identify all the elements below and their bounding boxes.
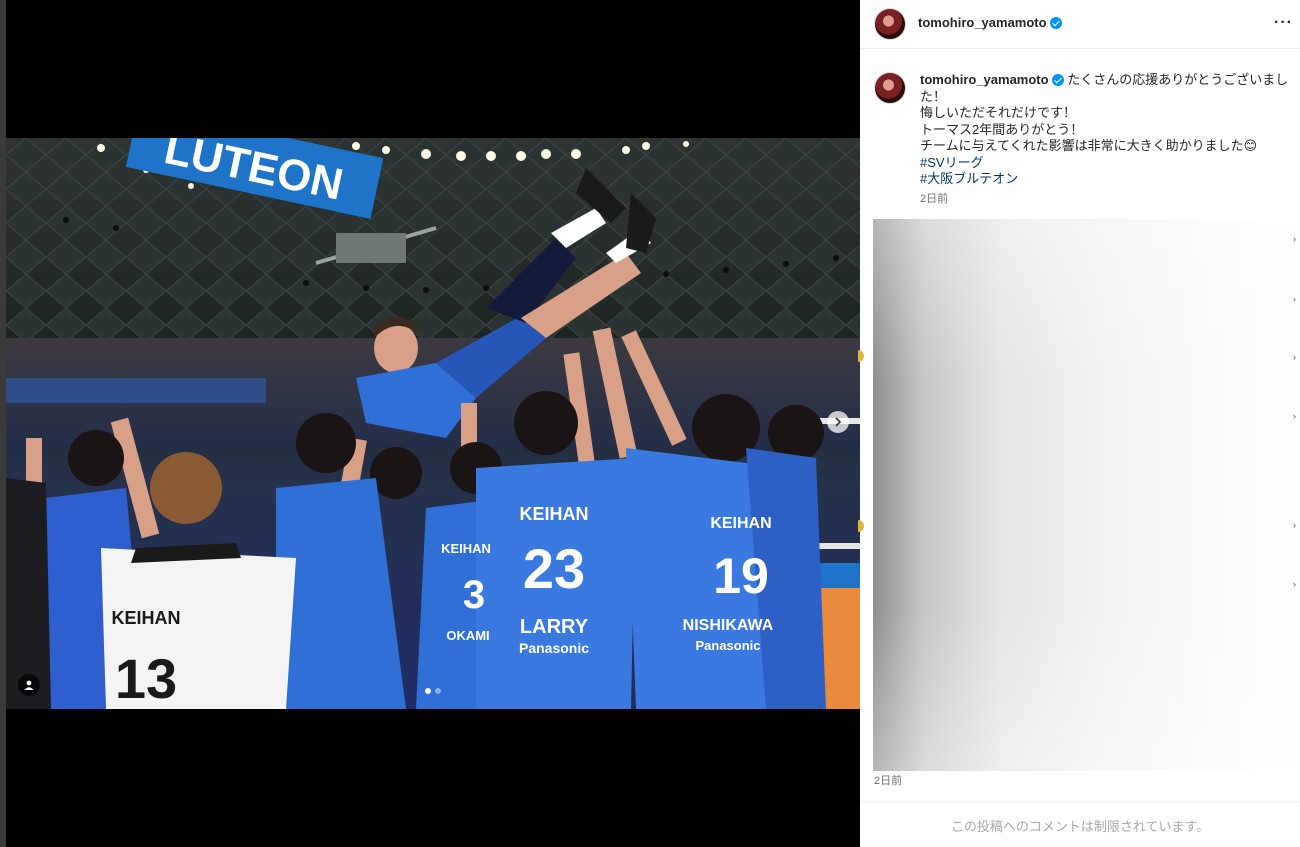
- carousel-next-button[interactable]: [827, 411, 849, 433]
- chevron-right-icon: [835, 417, 842, 427]
- caption-text-1: たくさんの応援ありがとうございまし: [1067, 72, 1289, 87]
- edge-tick: ›: [1293, 234, 1296, 244]
- hashtag-link[interactable]: #大阪ブルテオン: [920, 171, 1290, 188]
- blur-marker: [858, 520, 864, 532]
- user-tag-icon: [24, 680, 34, 690]
- caption-line-first: tomohiro_yamamoto たくさんの応援ありがとうございまし: [920, 72, 1290, 89]
- edge-tick: ›: [1293, 352, 1296, 362]
- caption-username[interactable]: tomohiro_yamamoto: [920, 72, 1049, 87]
- media-pane: LUTEON KEIHAN 23 LARRY Panasonic KEIHAN …: [6, 0, 860, 847]
- verified-badge-icon: [1051, 74, 1064, 86]
- jersey-sponsor-19: Panasonic: [695, 638, 760, 653]
- more-horizontal-icon: ···: [1274, 14, 1293, 31]
- edge-tick: ›: [1293, 411, 1296, 421]
- caption-text-2: た！: [920, 88, 947, 104]
- caption-timestamp[interactable]: 2日前: [920, 191, 1290, 208]
- jersey-name-19: NISHIKAWA: [683, 617, 774, 634]
- jersey-brand-3: KEIHAN: [441, 541, 491, 556]
- carousel-indicator: [425, 688, 441, 694]
- comments-restricted-text: この投稿へのコメントは制限されています。: [950, 818, 1210, 834]
- comments-restricted-bar: この投稿へのコメントは制限されています。: [860, 801, 1300, 847]
- carousel-dot: [435, 688, 441, 694]
- blur-marker: [858, 350, 864, 362]
- post-timestamp[interactable]: 2日前: [874, 772, 902, 788]
- caption-text-4: トーマス2年間ありがとう！: [920, 121, 1084, 137]
- caption-text-5: チームに与えてくれた影響は非常に大きく助かりました😊: [920, 138, 1258, 153]
- username-text[interactable]: tomohiro_yamamoto: [918, 15, 1047, 30]
- photo-illustration: LUTEON KEIHAN 23 LARRY Panasonic KEIHAN …: [6, 138, 860, 709]
- app-root: LUTEON KEIHAN 23 LARRY Panasonic KEIHAN …: [0, 0, 1300, 847]
- jersey-brand-13: KEIHAN: [111, 608, 180, 628]
- jersey-name-23: LARRY: [520, 616, 589, 638]
- jersey-brand-23: KEIHAN: [519, 504, 588, 524]
- jersey-brand-19: KEIHAN: [710, 515, 771, 532]
- carousel-dot: [425, 688, 431, 694]
- jersey-name-3: OKAMI: [446, 628, 489, 643]
- jersey-sponsor-23: Panasonic: [519, 640, 589, 656]
- post-photo[interactable]: LUTEON KEIHAN 23 LARRY Panasonic KEIHAN …: [6, 138, 860, 709]
- user-tag-button[interactable]: [18, 674, 40, 696]
- post-caption: tomohiro_yamamoto たくさんの応援ありがとうございまし た！ 悔…: [920, 72, 1290, 207]
- blurred-comments-area: [873, 219, 1300, 771]
- caption-avatar[interactable]: [874, 72, 906, 104]
- jersey-number-13: 13: [115, 647, 177, 709]
- edge-tick: ›: [1293, 294, 1296, 304]
- hashtag-link[interactable]: #SVリーグ: [920, 155, 1290, 172]
- jersey-number-19: 19: [713, 548, 769, 604]
- jersey-number-3: 3: [463, 573, 485, 617]
- jersey-number-23: 23: [523, 537, 585, 600]
- verified-badge-icon: [1049, 17, 1062, 29]
- avatar[interactable]: [874, 8, 906, 40]
- edge-tick: ›: [1293, 579, 1296, 589]
- more-options-button[interactable]: ···: [1274, 14, 1296, 32]
- post-header: tomohiro_yamamoto ···: [860, 0, 1300, 49]
- edge-tick: ›: [1293, 520, 1296, 530]
- header-username[interactable]: tomohiro_yamamoto: [918, 15, 1062, 30]
- caption-text-3: 悔しいただそれだけです！: [920, 105, 1077, 120]
- post-side-panel: tomohiro_yamamoto ··· tomohiro_yamamoto …: [858, 0, 1300, 847]
